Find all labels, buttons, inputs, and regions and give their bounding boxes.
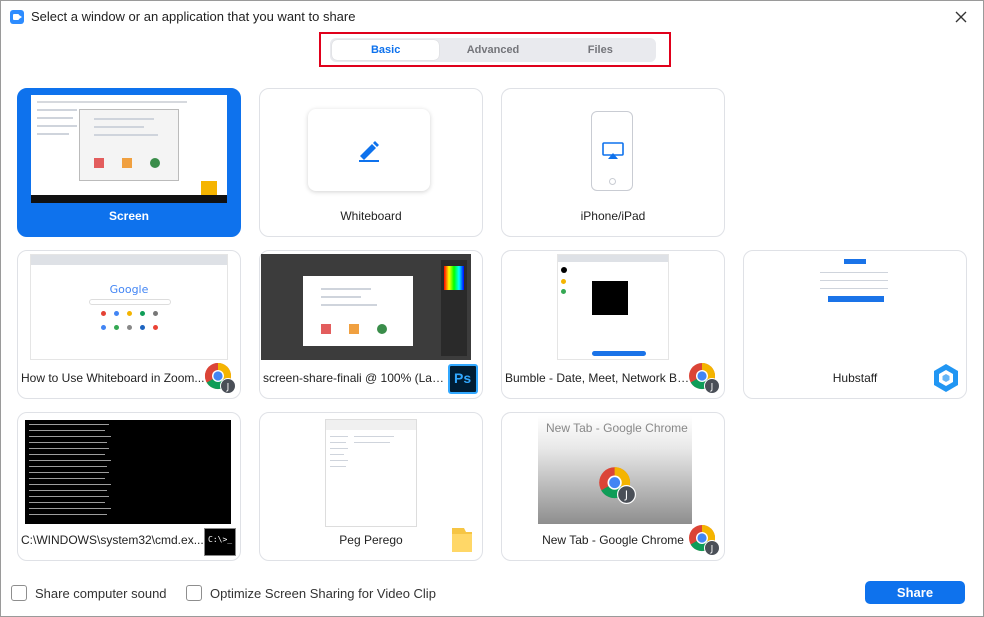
photoshop-icon-text: Ps xyxy=(454,370,472,386)
ps-panel xyxy=(441,260,467,356)
whiteboard-thumbnail xyxy=(308,109,430,191)
mini-taskbar xyxy=(31,195,227,203)
share-button[interactable]: Share xyxy=(865,581,965,604)
card-label: How to Use Whiteboard in Zoom... xyxy=(21,371,205,385)
profile-badge-letter: J xyxy=(710,383,714,393)
share-source-chrome-whiteboard[interactable]: Google How to Use Whiteboard in Zoom... … xyxy=(17,250,241,399)
card-label: Screen xyxy=(108,209,150,223)
chrome-icon: J xyxy=(599,467,636,504)
photoshop-icon: Ps xyxy=(448,364,478,394)
optimize-video-label: Optimize Screen Sharing for Video Clip xyxy=(210,585,436,601)
tab-bar: Basic Advanced Files xyxy=(330,38,656,62)
share-source-photoshop[interactable]: screen-share-finali @ 100% (Laye... Ps xyxy=(259,250,483,399)
share-computer-sound-checkbox[interactable] xyxy=(11,585,27,601)
card-label: Bumble - Date, Meet, Network Be... xyxy=(505,371,690,385)
newtab-thumbnail: New Tab - Google Chrome J xyxy=(538,416,692,524)
zoom-app-icon xyxy=(10,10,24,24)
hubstaff-thumbnail xyxy=(814,254,898,360)
share-computer-sound-option[interactable]: Share computer sound xyxy=(11,585,167,601)
close-icon xyxy=(955,11,967,23)
share-source-whiteboard[interactable]: Whiteboard xyxy=(259,88,483,237)
pencil-icon xyxy=(359,141,379,162)
window-title: Select a window or an application that y… xyxy=(31,9,356,24)
share-computer-sound-label: Share computer sound xyxy=(35,585,167,601)
tab-basic[interactable]: Basic xyxy=(332,40,440,60)
chrome-icon: J xyxy=(689,524,720,556)
chrome-icon: J xyxy=(204,362,236,394)
browser-toolbar xyxy=(558,255,668,262)
profile-badge-letter: J xyxy=(226,383,230,393)
mini-dialog xyxy=(79,109,179,181)
share-source-chrome-newtab[interactable]: New Tab - Google Chrome J New Tab - Goog… xyxy=(501,412,725,561)
share-source-hubstaff[interactable]: Hubstaff xyxy=(743,250,967,399)
ps-canvas xyxy=(303,276,413,346)
airplay-icon xyxy=(602,142,624,159)
screen-thumbnail xyxy=(31,95,227,203)
share-source-screen[interactable]: Screen xyxy=(17,88,241,237)
photoshop-thumbnail xyxy=(261,254,471,360)
shortcut-row xyxy=(101,311,158,316)
tab-advanced[interactable]: Advanced xyxy=(439,40,546,60)
thumbnail-title: New Tab - Google Chrome xyxy=(546,421,688,435)
browser-toolbar xyxy=(31,255,227,265)
optimize-video-option[interactable]: Optimize Screen Sharing for Video Clip xyxy=(186,585,436,601)
bumble-thumbnail xyxy=(557,254,669,360)
chrome-icon: J xyxy=(689,362,720,394)
profile-badge-letter: J xyxy=(710,545,714,555)
share-screen-dialog: Select a window or an application that y… xyxy=(0,0,984,617)
profile-badge-letter: J xyxy=(624,489,628,502)
shortcut-row xyxy=(101,325,158,330)
share-source-chrome-bumble[interactable]: Bumble - Date, Meet, Network Be... J xyxy=(501,250,725,399)
card-label: screen-share-finali @ 100% (Laye... xyxy=(263,371,448,385)
google-logo-text: Google xyxy=(109,283,149,296)
share-source-cmd[interactable]: C:\WINDOWS\system32\cmd.ex... C:\>_ xyxy=(17,412,241,561)
hubstaff-icon xyxy=(934,364,958,392)
explorer-thumbnail xyxy=(325,419,417,527)
share-source-peg-perego[interactable]: Peg Perego xyxy=(259,412,483,561)
chrome-google-thumbnail: Google xyxy=(30,254,228,360)
card-label: Whiteboard xyxy=(340,209,402,223)
optimize-video-checkbox[interactable] xyxy=(186,585,202,601)
folder-icon xyxy=(452,528,472,552)
card-label: iPhone/iPad xyxy=(580,209,646,223)
card-label: C:\WINDOWS\system32\cmd.ex... xyxy=(21,533,204,547)
tab-files[interactable]: Files xyxy=(547,40,654,60)
cmd-thumbnail xyxy=(25,420,231,524)
search-box xyxy=(89,299,171,305)
share-source-iphone-ipad[interactable]: iPhone/iPad xyxy=(501,88,725,237)
title-bar: Select a window or an application that y… xyxy=(1,1,983,33)
cmd-icon-text: C:\>_ xyxy=(208,535,233,544)
close-button[interactable] xyxy=(951,7,971,27)
phone-home-button xyxy=(609,178,616,185)
phone-thumbnail xyxy=(591,111,633,191)
cmd-icon: C:\>_ xyxy=(204,528,236,556)
